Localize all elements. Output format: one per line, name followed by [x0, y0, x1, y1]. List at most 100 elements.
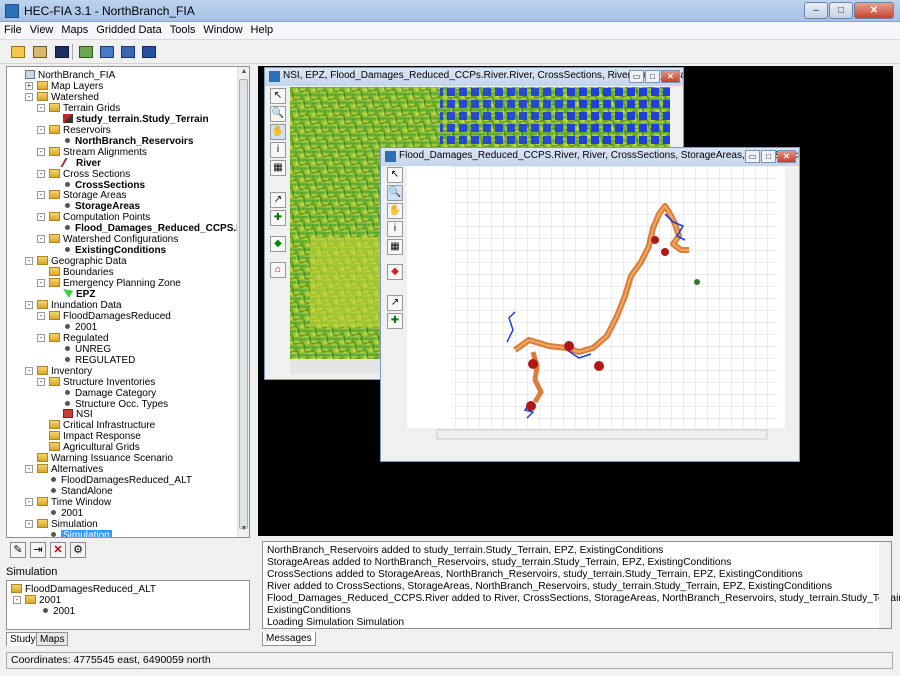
- collapse-icon[interactable]: -: [25, 519, 33, 528]
- collapse-icon[interactable]: -: [37, 213, 45, 222]
- tree-item[interactable]: CrossSections: [63, 180, 145, 191]
- storage-area-node[interactable]: [526, 401, 536, 411]
- edit-icon[interactable]: ✎: [10, 542, 26, 558]
- tree-item[interactable]: - Emergency Planning Zone: [37, 278, 181, 289]
- collapse-icon[interactable]: -: [37, 147, 45, 156]
- tree-item[interactable]: Structure Occ. Types: [63, 399, 168, 410]
- tree-item[interactable]: - FloodDamagesReduced: [37, 310, 171, 322]
- tree-item[interactable]: StorageAreas: [63, 201, 140, 212]
- tree-item[interactable]: Flood_Damages_Reduced_CCPS.River: [63, 223, 249, 234]
- collapse-icon[interactable]: -: [25, 92, 33, 101]
- minimize-button[interactable]: –: [804, 2, 828, 19]
- cascade-windows-icon[interactable]: [139, 43, 157, 61]
- menu-maps[interactable]: Maps: [57, 22, 92, 36]
- sim-item[interactable]: FloodDamagesReduced_ALT: [11, 584, 156, 595]
- open-study-icon[interactable]: [30, 43, 48, 61]
- tree-item[interactable]: - Simulation: [25, 518, 98, 530]
- storage-area-node[interactable]: [528, 359, 538, 369]
- select-tool-icon[interactable]: ↖: [270, 88, 286, 104]
- sim-item[interactable]: -2001: [13, 595, 61, 606]
- close-button[interactable]: ✕: [854, 2, 894, 19]
- tree-item[interactable]: 2001: [49, 508, 83, 519]
- reservoir-node[interactable]: [661, 248, 669, 256]
- tree-item[interactable]: NSI: [63, 409, 93, 420]
- tree-item[interactable]: Agricultural Grids: [49, 442, 140, 453]
- menu-file[interactable]: File: [0, 22, 26, 36]
- minimize-button[interactable]: ▭: [629, 70, 644, 83]
- messages-scrollbar[interactable]: [879, 542, 891, 628]
- tree-item[interactable]: StandAlone: [49, 486, 113, 497]
- storage-area-node[interactable]: [564, 341, 574, 351]
- tree-item[interactable]: Warning Issuance Scenario: [37, 453, 173, 464]
- collapse-icon[interactable]: -: [37, 169, 45, 178]
- collapse-icon[interactable]: -: [37, 377, 45, 386]
- tree-item[interactable]: EPZ: [63, 289, 95, 300]
- tree-item[interactable]: River: [60, 157, 101, 169]
- menu-tools[interactable]: Tools: [166, 22, 200, 36]
- tree-item[interactable]: - Watershed: [25, 91, 99, 103]
- tree-item[interactable]: Simulation: [49, 529, 112, 537]
- run-icon[interactable]: ⚙: [70, 542, 86, 558]
- map-layers-icon[interactable]: [76, 43, 94, 61]
- tree-scrollbar[interactable]: ▲ ▼: [237, 67, 249, 537]
- menu-gridded-data[interactable]: Gridded Data: [92, 22, 165, 36]
- tree-item[interactable]: REGULATED: [63, 355, 135, 366]
- collapse-icon[interactable]: -: [37, 333, 45, 342]
- storage-area-node[interactable]: [594, 361, 604, 371]
- pan-tool-icon[interactable]: ✋: [387, 203, 403, 219]
- tree-item[interactable]: + Map Layers: [25, 80, 103, 92]
- collapse-icon[interactable]: -: [25, 465, 33, 474]
- tree-item[interactable]: - Reservoirs: [37, 124, 111, 136]
- maximize-button[interactable]: □: [829, 2, 853, 19]
- tree-item[interactable]: - Geographic Data: [25, 256, 127, 267]
- select-tool-icon[interactable]: ↖: [387, 167, 403, 183]
- tree-item[interactable]: - Cross Sections: [37, 168, 130, 180]
- tab-messages[interactable]: Messages: [262, 632, 316, 646]
- zoom-tool-icon[interactable]: 🔍: [387, 185, 403, 201]
- move-icon[interactable]: ⇥: [30, 542, 46, 558]
- menu-window[interactable]: Window: [199, 22, 246, 36]
- tree-item[interactable]: Damage Category: [63, 388, 156, 399]
- save-icon[interactable]: [52, 43, 70, 61]
- tile-windows-icon[interactable]: [118, 43, 136, 61]
- tree-item[interactable]: - Terrain Grids: [37, 102, 120, 114]
- tree-item[interactable]: NorthBranch_FIA: [25, 70, 115, 81]
- map-window-2-scrollbar[interactable]: [785, 166, 795, 441]
- tree-item[interactable]: - Storage Areas: [37, 190, 126, 201]
- delete-icon[interactable]: ✕: [50, 542, 66, 558]
- map-window-river[interactable]: Flood_Damages_Reduced_CCPS.River, River,…: [380, 147, 800, 462]
- collapse-icon[interactable]: -: [25, 366, 33, 375]
- tree-item[interactable]: - Time Window: [25, 497, 111, 508]
- tree-item[interactable]: ExistingConditions: [63, 245, 166, 256]
- tree-item[interactable]: - Regulated: [37, 332, 109, 344]
- point-tool-icon[interactable]: ✚: [387, 313, 403, 329]
- shape-tool-icon[interactable]: ◆: [387, 264, 403, 280]
- reservoir-node[interactable]: [651, 236, 659, 244]
- minimize-button[interactable]: ▭: [745, 150, 760, 163]
- maximize-button[interactable]: □: [761, 150, 776, 163]
- collapse-icon[interactable]: -: [37, 125, 45, 134]
- collapse-icon[interactable]: -: [25, 498, 33, 506]
- tree-item[interactable]: - Structure Inventories: [37, 376, 155, 388]
- collapse-icon[interactable]: -: [37, 103, 45, 112]
- draw-tool-icon[interactable]: ↗: [270, 192, 286, 208]
- tree-item[interactable]: Boundaries: [49, 267, 114, 278]
- sim-item[interactable]: 2001: [41, 606, 75, 617]
- info-tool-icon[interactable]: i: [270, 142, 286, 158]
- tree-item[interactable]: - Computation Points: [37, 212, 150, 223]
- tree-item[interactable]: - Inundation Data: [25, 299, 122, 311]
- tree-item[interactable]: study_terrain.Study_Terrain: [63, 113, 209, 125]
- close-button[interactable]: ✕: [661, 70, 680, 83]
- tree-item[interactable]: Critical Infrastructure: [49, 420, 155, 431]
- maximize-button[interactable]: □: [645, 70, 660, 83]
- tree-item[interactable]: - Stream Alignments: [37, 146, 147, 158]
- collapse-icon[interactable]: -: [37, 235, 45, 244]
- home-tool-icon[interactable]: ⌂: [270, 262, 286, 278]
- scroll-down-icon[interactable]: ▼: [239, 525, 249, 535]
- tree-item[interactable]: - Inventory: [25, 365, 92, 377]
- computation-point-node[interactable]: [694, 279, 700, 285]
- collapse-icon[interactable]: -: [25, 300, 33, 309]
- tab-maps[interactable]: Maps: [36, 632, 69, 646]
- tree-item[interactable]: - Watershed Configurations: [37, 234, 178, 245]
- study-tree[interactable]: NorthBranch_FIA + Map Layers - Watershed - Ter…: [7, 67, 249, 537]
